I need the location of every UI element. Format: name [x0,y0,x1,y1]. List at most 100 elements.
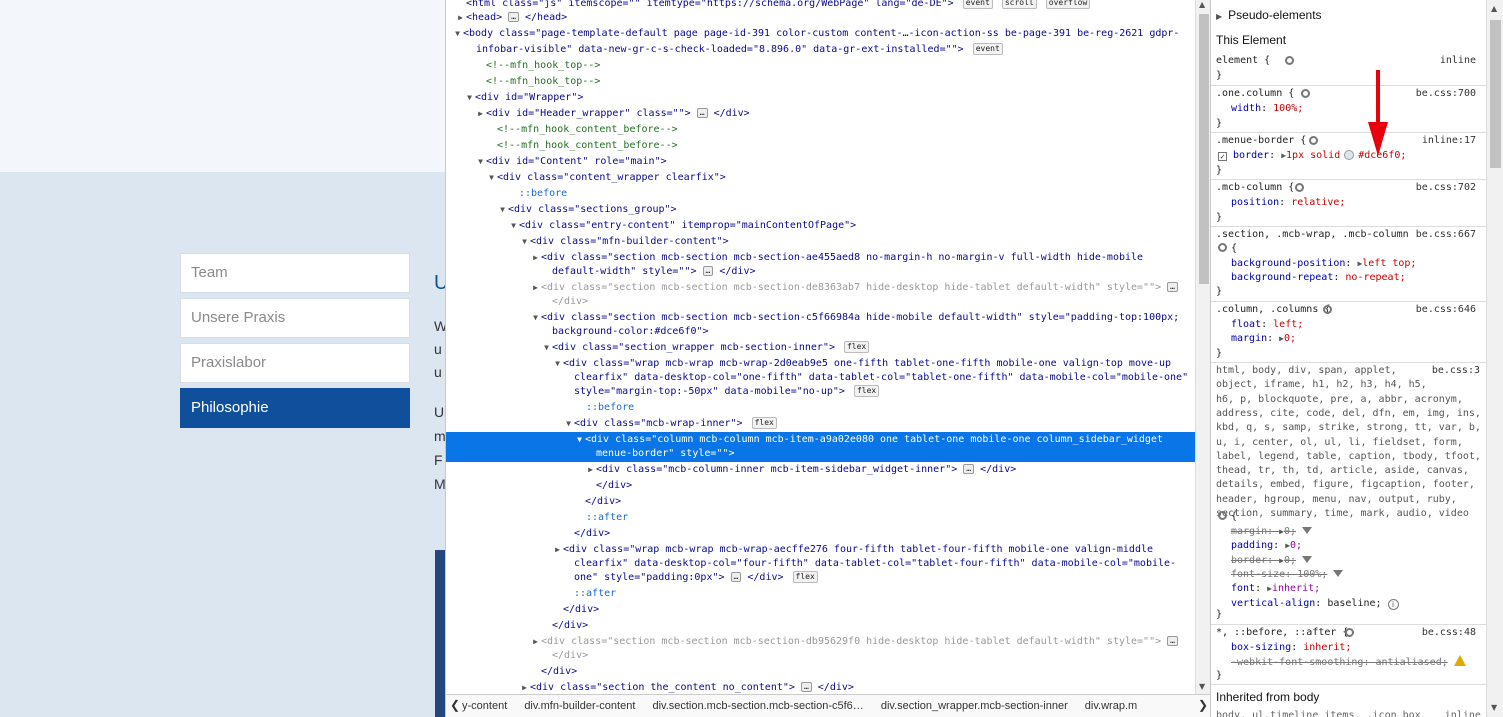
nav-item-philosophie[interactable]: Philosophie [180,388,410,428]
gear-icon[interactable] [1218,511,1227,520]
rule-selector[interactable]: label, legend, table, caption, tbody, tf… [1216,450,1482,464]
gear-icon[interactable] [1309,136,1318,145]
dom-node[interactable]: ▼ <div class="mfn-builder-content"> [446,234,1195,250]
ellipsis-icon[interactable]: … [800,682,812,692]
dom-tree-scrollbar[interactable]: ▲ ▼ [1195,0,1211,694]
dom-node[interactable]: </div> [446,618,1195,634]
breadcrumb-item[interactable]: div.mfn-builder-content [524,700,635,712]
rule-selector[interactable]: .section, .mcb-wrap, .mcb-column [1216,229,1409,240]
rule-selector[interactable]: .one.column { [1216,88,1294,99]
dom-node[interactable]: infobar-visible" data-new-gr-c-s-check-l… [446,42,1195,58]
prop-name[interactable]: border [1233,150,1269,161]
scroll-up-icon[interactable]: ▲ [1199,0,1205,9]
node-badge[interactable]: flex [751,417,777,429]
collapse-triangle-icon[interactable]: ▼ [475,154,486,170]
rule-selector[interactable]: h6, p, blockquote, pre, a, abbr, acronym… [1216,393,1482,407]
dom-node[interactable]: ▼ <div class="content_wrapper clearfix"> [446,170,1195,186]
pseudo-elements-toggle[interactable]: ▶ Pseudo-elements [1211,4,1486,26]
dom-node[interactable]: </div> [446,664,1195,680]
prop-name[interactable]: border [1231,555,1267,566]
gear-icon[interactable] [1301,89,1310,98]
dom-node[interactable]: ▶ <div id="Header_wrapper" class=""> … </… [446,106,1195,122]
dom-node[interactable]: ▼ <div id="Content" role="main"> [446,154,1195,170]
dom-node[interactable]: one" style="padding:0px"> … </div> flex [446,570,1195,586]
prop-name[interactable]: font-size [1231,569,1285,580]
rule-selector[interactable]: header, hgroup, menu, nav, output, ruby, [1216,493,1482,507]
dom-node[interactable]: ▼ <div class="sections_group"> [446,202,1195,218]
property-line[interactable]: font-size: 100%; [1231,568,1482,582]
property-line[interactable]: font: ▶inherit; [1231,582,1482,596]
scrollbar-thumb[interactable] [1490,20,1501,168]
rule-selector[interactable]: object, iframe, h1, h2, h3, h4, h5, [1216,378,1482,392]
dom-node[interactable]: style="margin-top:-50px" data-mobile="no… [446,384,1195,400]
dom-node[interactable]: default-width" style=""> … </div> [446,264,1195,280]
filter-icon[interactable] [1302,527,1313,534]
gear-icon[interactable] [1285,56,1294,65]
rule-source[interactable]: be.css:667 [1416,228,1476,242]
dom-node[interactable]: ::after [446,510,1195,526]
scroll-down-icon[interactable]: ▼ [1491,703,1497,712]
expand-triangle-icon[interactable]: ▶ [475,106,486,122]
prop-value[interactable]: inherit; [1303,642,1351,653]
prop-value[interactable]: left top; [1362,258,1416,269]
collapse-triangle-icon[interactable]: ▼ [519,234,530,250]
dom-node[interactable]: <!--mfn_hook_content_before--> [446,138,1195,154]
prop-value[interactable]: baseline; [1327,598,1381,609]
rule-selector[interactable]: .menue-border { [1216,135,1306,146]
scrollbar-thumb[interactable] [1199,14,1209,284]
dom-node[interactable]: ▶ <div class="mcb-column-inner mcb-item-s… [446,462,1195,478]
breadcrumb-prev-icon[interactable]: ❮ [450,698,460,712]
collapse-triangle-icon[interactable]: ▼ [486,170,497,186]
rule-source[interactable]: be.css:3 [1432,364,1480,378]
collapse-triangle-icon[interactable]: ▼ [541,340,552,356]
rule-selector[interactable]: kbd, q, s, samp, strike, strong, tt, var… [1216,421,1482,435]
rule-source[interactable]: be.css:48 [1422,626,1476,640]
prop-name[interactable]: margin [1231,526,1267,537]
rule-source[interactable]: inline:17 [1422,134,1476,148]
gear-icon[interactable] [1323,305,1332,314]
dom-node-selected[interactable]: menue-border" style=""> [446,446,1195,462]
prop-name[interactable]: background-position [1231,258,1345,269]
breadcrumb-item[interactable]: div.section.mcb-section.mcb-section-c5f6… [652,700,863,712]
dom-node[interactable]: ::after [446,586,1195,602]
color-swatch[interactable] [1344,150,1355,160]
expand-triangle-icon[interactable]: ▶ [455,10,466,26]
ellipsis-icon[interactable]: … [508,12,519,22]
rule-selector[interactable]: thead, tr, th, td, article, aside, canva… [1216,464,1482,478]
ellipsis-icon[interactable]: … [696,108,708,118]
rule-source[interactable]: be.css:700 [1416,87,1476,101]
nav-item-praxislabor[interactable]: Praxislabor [180,343,410,383]
collapse-triangle-icon[interactable]: ▼ [508,218,519,234]
dom-node[interactable]: <!--mfn_hook_content_before--> [446,122,1195,138]
property-line[interactable]: padding: ▶0; [1231,539,1482,553]
prop-name[interactable]: vertical-align [1231,598,1315,609]
prop-name[interactable]: position [1231,197,1279,208]
ellipsis-icon[interactable]: … [730,572,742,582]
node-badge[interactable]: flex [792,571,818,583]
scroll-up-icon[interactable]: ▲ [1491,4,1497,13]
expand-triangle-icon[interactable]: ▶ [585,462,596,478]
dom-node[interactable]: ::before [446,186,1195,202]
ellipsis-icon[interactable]: … [1167,636,1178,646]
ellipsis-icon[interactable]: … [963,464,975,474]
rule-selector[interactable]: .column, .columns { [1216,304,1330,315]
dom-node[interactable]: <!--mfn_hook_top--> [446,58,1195,74]
prop-name[interactable]: width [1231,103,1261,114]
breadcrumb-item[interactable]: div.wrap.m [1085,700,1137,712]
gear-icon[interactable] [1345,628,1354,637]
dom-node[interactable]: </div> [446,526,1195,542]
rule-source[interactable]: be.css:646 [1416,303,1476,317]
prop-value[interactable]: 0; [1284,333,1296,344]
dom-node[interactable]: </div> [446,648,1195,664]
rules-scrollbar[interactable]: ▲ ▼ [1486,0,1503,717]
ellipsis-icon[interactable]: … [702,266,714,276]
dom-node[interactable]: ▶ <div class="section the_content no_cont… [446,680,1195,694]
prop-name[interactable]: background-repeat [1231,272,1333,283]
rule-source[interactable]: be.css:702 [1416,181,1476,195]
rule-selector[interactable]: body, ul.timeline_items, .icon_box inlin… [1216,709,1482,717]
gear-icon[interactable] [1295,183,1304,192]
warning-icon[interactable] [1453,655,1466,666]
dom-node[interactable]: ▼ <div class="entry-content" itemprop="ma… [446,218,1195,234]
filter-icon[interactable] [1333,569,1344,577]
breadcrumb-next-icon[interactable]: ❯ [1198,698,1208,712]
